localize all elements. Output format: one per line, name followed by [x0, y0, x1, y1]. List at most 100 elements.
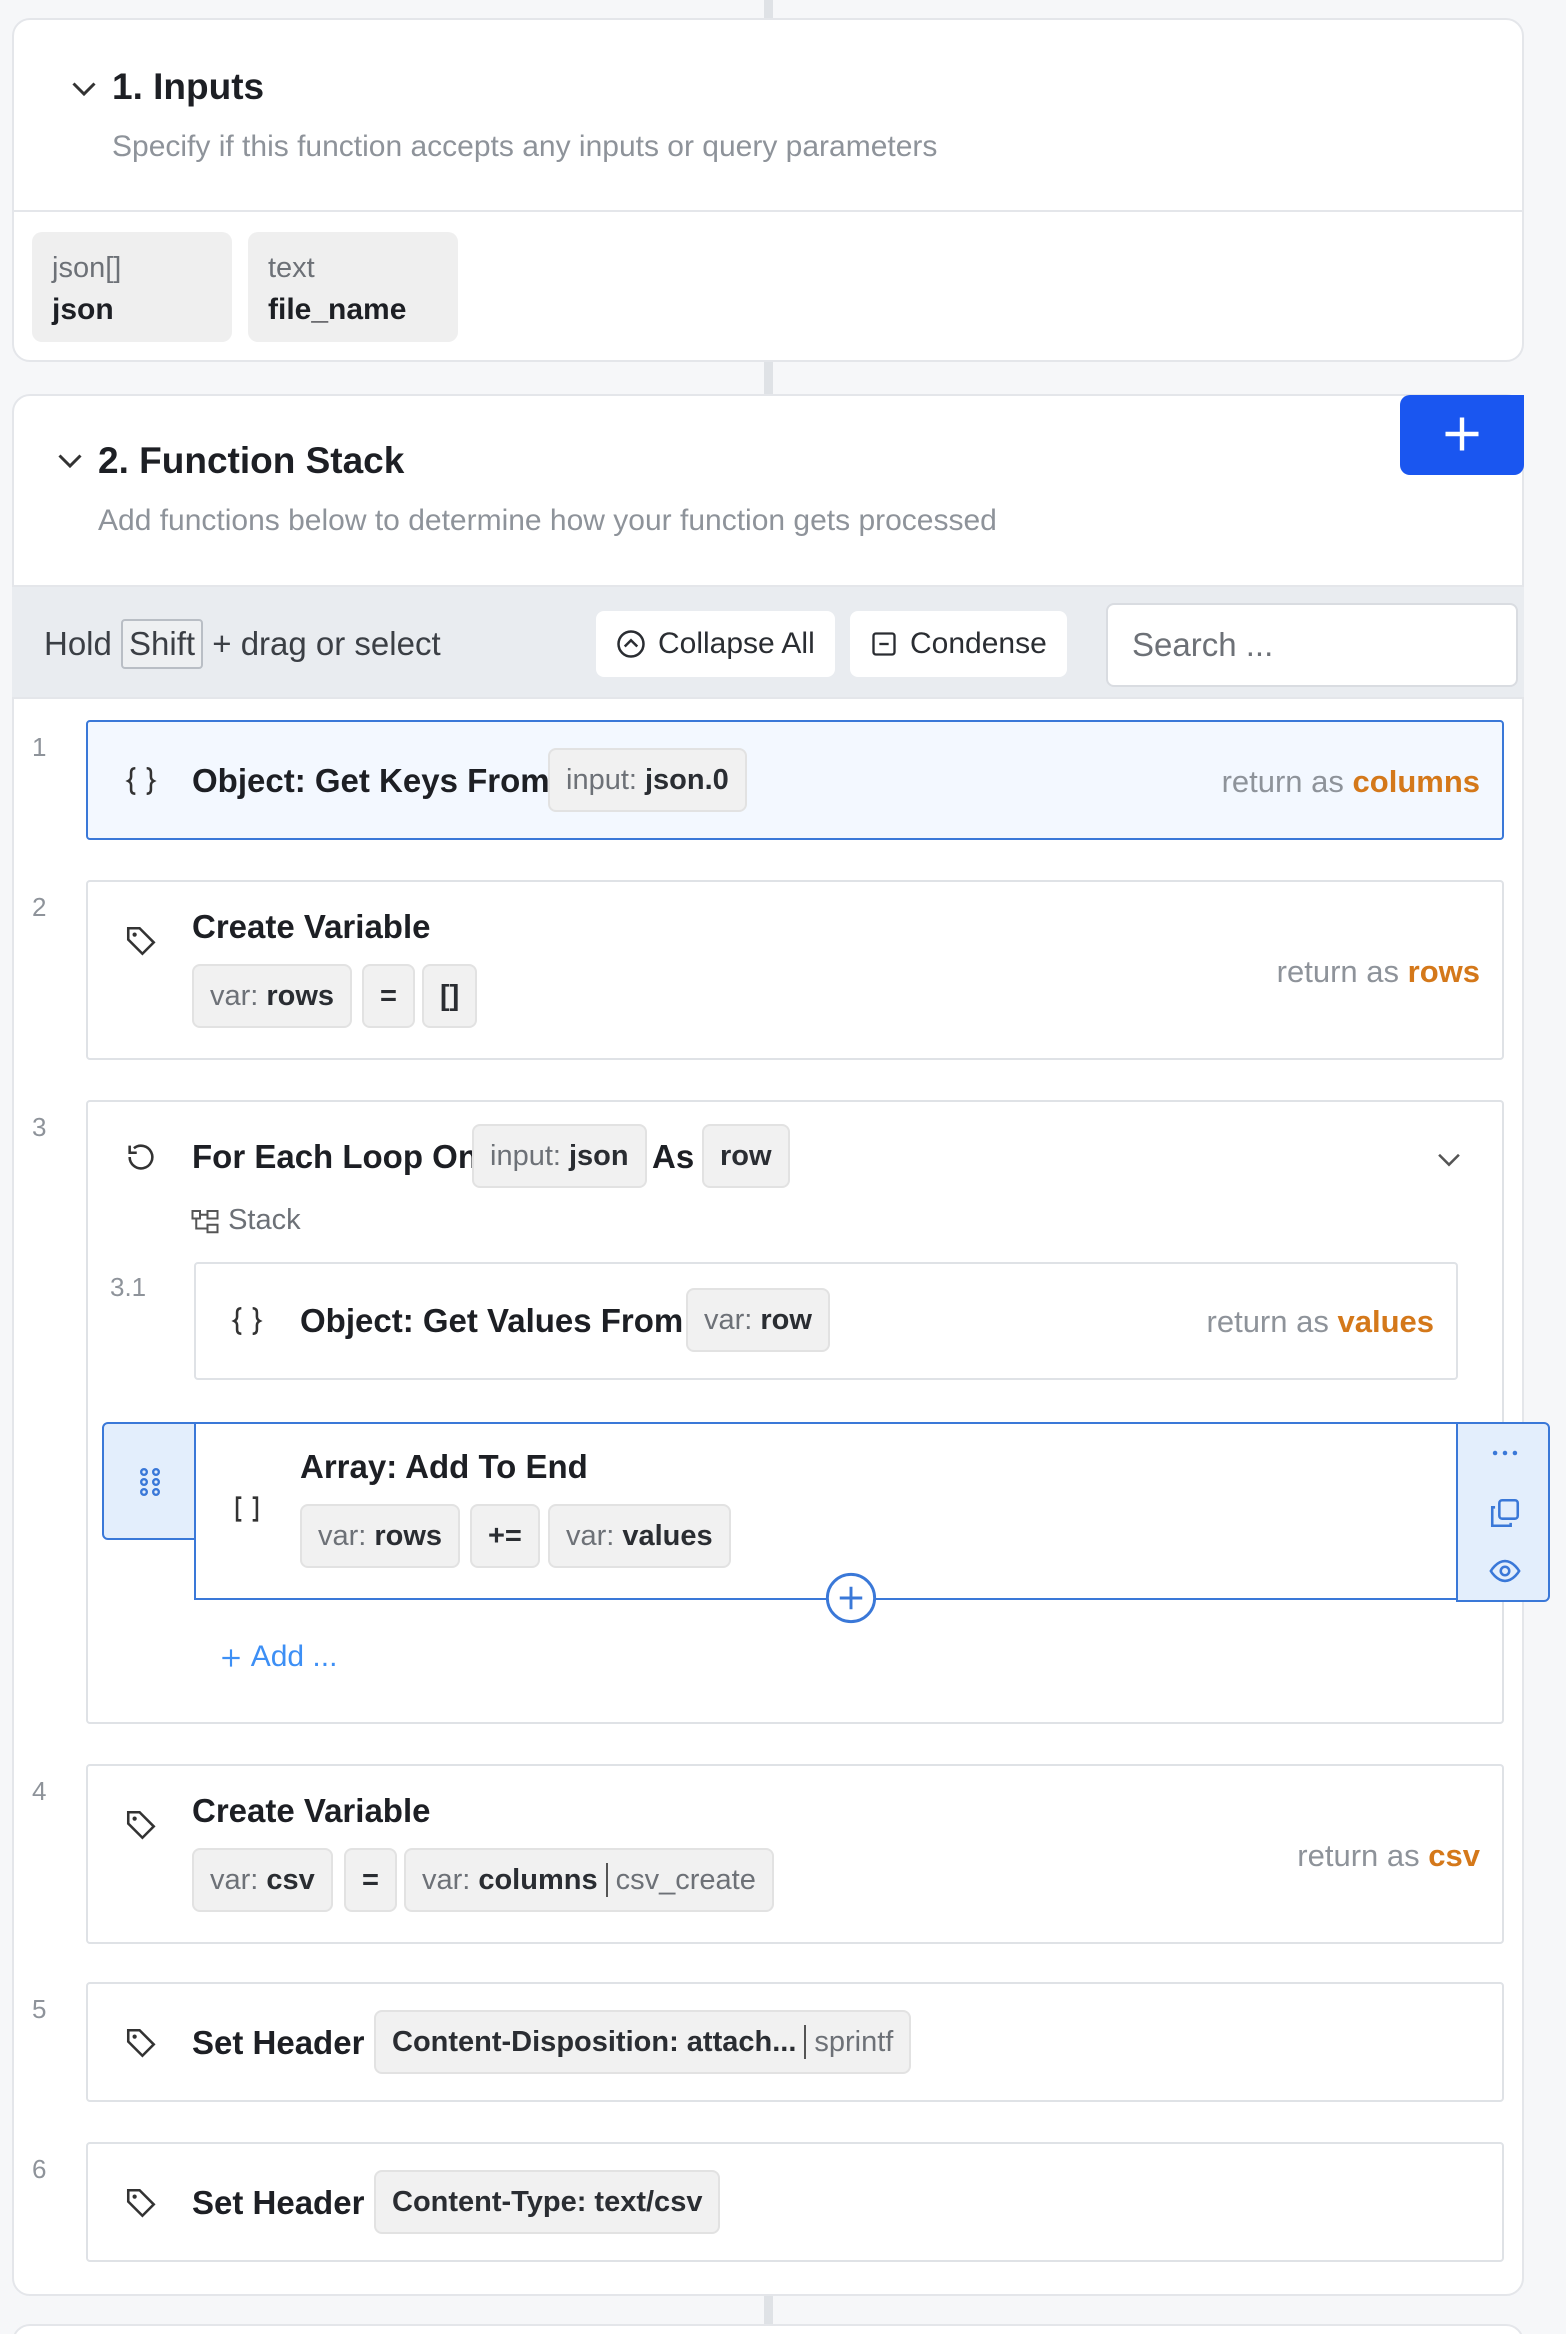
variable-chip[interactable]: var: csv: [192, 1848, 333, 1912]
step-object-get-values[interactable]: Object: Get Values From var: row return …: [194, 1262, 1458, 1380]
step-set-header-disposition[interactable]: Set Header Content-Disposition: attach..…: [86, 1982, 1504, 2102]
filter-separator: [605, 1863, 608, 1897]
condense-icon: [872, 632, 896, 656]
inputs-section: 1. Inputs Specify if this function accep…: [12, 18, 1524, 362]
value-chip[interactable]: var: values: [548, 1504, 731, 1568]
chevron-down-icon[interactable]: [52, 442, 88, 478]
connector-line: [764, 362, 773, 396]
input-chip[interactable]: var: row: [686, 1288, 830, 1352]
step-create-variable-csv[interactable]: Create Variable var: csv = var: columns …: [86, 1764, 1504, 1944]
return-name: rows: [1407, 954, 1480, 989]
chip-value: values: [622, 1519, 713, 1552]
input-chip[interactable]: input: json: [472, 1124, 647, 1188]
operator-chip[interactable]: +=: [470, 1504, 540, 1568]
add-step-link[interactable]: Add ...: [218, 1640, 337, 1674]
input-type: json[]: [52, 252, 122, 284]
step-object-get-keys[interactable]: Object: Get Keys From input: json.0 retu…: [86, 720, 1504, 840]
collapse-icon: [617, 630, 645, 658]
drag-handle[interactable]: [102, 1422, 196, 1540]
step-title: Create Variable: [192, 908, 431, 945]
duplicate-icon[interactable]: [1488, 1496, 1522, 1530]
tag-icon: [126, 926, 156, 956]
tag-icon: [126, 1810, 156, 1840]
chevron-down-icon[interactable]: [1432, 1142, 1466, 1176]
step-number: 3: [32, 1112, 47, 1142]
connector-line: [764, 0, 773, 20]
return-name: csv: [1428, 1838, 1480, 1873]
chip-value: rows: [374, 1519, 443, 1552]
tag-icon: [126, 2028, 156, 2058]
operator: =: [362, 1863, 379, 1896]
variable-chip[interactable]: var: rows: [300, 1504, 461, 1568]
inputs-description: Specify if this function accepts any inp…: [112, 130, 938, 163]
tag-icon: [126, 2188, 156, 2218]
eye-icon[interactable]: [1488, 1554, 1522, 1588]
step-title: Set Header: [192, 2024, 365, 2061]
chip-prefix: input:: [566, 763, 637, 796]
step-title: Array: Add To End: [300, 1448, 588, 1485]
condense-button[interactable]: Condense: [850, 611, 1067, 677]
operator-chip[interactable]: =: [362, 964, 415, 1028]
chip-prefix: var:: [704, 1303, 753, 1336]
function-stack-toolbar: Hold Shift + drag or select Collapse All…: [12, 585, 1524, 699]
alias-chip[interactable]: row: [702, 1124, 790, 1188]
step-create-variable-rows[interactable]: Create Variable var: rows = [] return as…: [86, 880, 1504, 1060]
step-number: 5: [32, 1994, 47, 2024]
function-stack-description: Add functions below to determine how you…: [98, 504, 997, 537]
return-as-label: return as: [1297, 1838, 1420, 1873]
operator: =: [380, 979, 397, 1012]
step-title: For Each Loop On: [192, 1138, 478, 1175]
variable-chip[interactable]: var: rows: [192, 964, 353, 1028]
return-name: columns: [1352, 764, 1480, 799]
chip-prefix: var:: [422, 1863, 471, 1896]
drag-handle-icon: [140, 1468, 160, 1497]
input-type: text: [268, 252, 315, 284]
add-function-button[interactable]: [1400, 395, 1524, 475]
operator-chip[interactable]: =: [344, 1848, 397, 1912]
add-step-label: Add ...: [250, 1640, 338, 1673]
input-chip[interactable]: input: json.0: [548, 748, 747, 812]
step-title: Create Variable: [192, 1792, 431, 1829]
chip-prefix: var:: [318, 1519, 367, 1552]
header-chip[interactable]: Content-Disposition: attach... sprintf: [374, 2010, 912, 2074]
step-number: 1: [32, 732, 47, 762]
return-as: return as rows: [1277, 954, 1480, 990]
chip-value: rows: [266, 979, 335, 1012]
as-label: As: [652, 1138, 695, 1175]
chevron-down-icon[interactable]: [66, 70, 102, 106]
step-set-header-content-type[interactable]: Set Header Content-Type: text/csv: [86, 2142, 1504, 2262]
value-chip[interactable]: var: columns csv_create: [404, 1848, 774, 1912]
return-as-label: return as: [1276, 954, 1400, 989]
return-as-label: return as: [1221, 764, 1344, 799]
operator: +=: [488, 1519, 522, 1552]
stack-text: Stack: [228, 1204, 301, 1236]
value-chip[interactable]: []: [422, 964, 478, 1028]
chip-prefix: var:: [566, 1519, 615, 1552]
collapse-all-label: Collapse All: [658, 627, 815, 660]
add-circle-icon[interactable]: [824, 1571, 878, 1625]
return-as: return as columns: [1222, 764, 1480, 800]
chip-filter: csv_create: [615, 1863, 756, 1896]
more-icon[interactable]: [1488, 1436, 1522, 1470]
step-title: Object: Get Values From: [300, 1302, 684, 1339]
input-chip-json[interactable]: json[] json: [32, 232, 232, 342]
step-number: 4: [32, 1776, 47, 1806]
return-as: return as csv: [1297, 1838, 1480, 1874]
chip-value: csv: [266, 1863, 315, 1896]
step-number: 6: [32, 2154, 47, 2184]
chip-value: row: [760, 1303, 812, 1336]
input-chip-file-name[interactable]: text file_name: [248, 232, 458, 342]
alias-value: row: [720, 1139, 772, 1172]
chip-value: json: [568, 1139, 629, 1172]
brackets-icon: [235, 1496, 259, 1522]
collapse-all-button[interactable]: Collapse All: [596, 611, 835, 677]
condense-label: Condense: [910, 627, 1047, 660]
stack-label: Stack: [190, 1204, 301, 1237]
next-section-card: [12, 2324, 1524, 2334]
stack-icon: [191, 1210, 219, 1234]
chip-prefix: var:: [210, 979, 259, 1012]
header-chip[interactable]: Content-Type: text/csv: [374, 2170, 721, 2234]
hint-label: + drag or select: [212, 625, 441, 662]
step-for-each-loop[interactable]: [86, 1100, 1504, 1724]
search-input[interactable]: [1106, 603, 1518, 687]
